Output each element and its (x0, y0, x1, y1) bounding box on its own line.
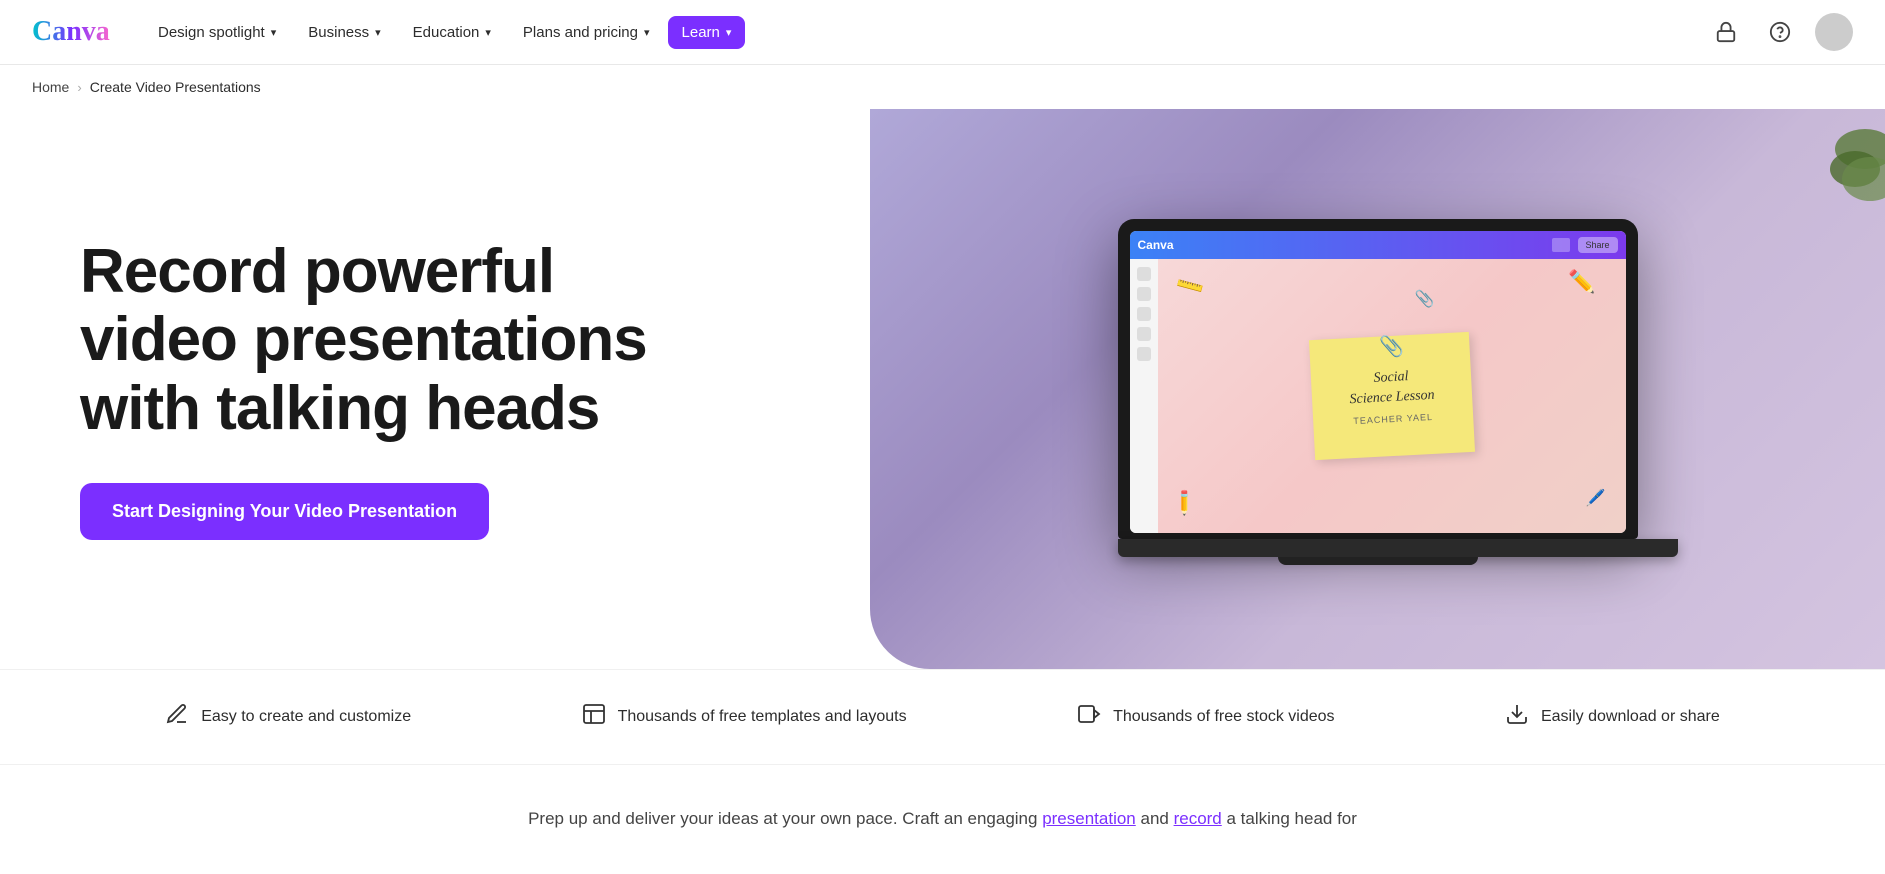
sidebar-item (1137, 347, 1151, 361)
record-link[interactable]: record (1174, 809, 1222, 828)
canva-logo[interactable]: Canva (32, 14, 112, 51)
feature-templates: Thousands of free templates and layouts (582, 702, 907, 732)
laptop-canva-logo: Canva (1138, 238, 1174, 252)
help-icon-button[interactable] (1761, 13, 1799, 51)
laptop-sidebar (1130, 259, 1158, 533)
nav-item-plans-pricing[interactable]: Plans and pricing ▾ (509, 16, 664, 49)
bottom-text-section: Prep up and deliver your ideas at your o… (0, 765, 1885, 874)
hero-left: Record powerful video presentations with… (0, 109, 870, 669)
sidebar-item (1137, 287, 1151, 301)
breadcrumb-current: Create Video Presentations (90, 79, 261, 95)
pen-icon: ✏️ (1568, 269, 1595, 295)
sidebar-item (1137, 327, 1151, 341)
feature-templates-label: Thousands of free templates and layouts (618, 708, 907, 726)
feature-videos: Thousands of free stock videos (1077, 702, 1334, 732)
feature-download: Easily download or share (1505, 702, 1720, 732)
share-button[interactable]: Share (1578, 237, 1618, 253)
chevron-down-icon: ▾ (726, 26, 732, 39)
features-bar: Easy to create and customize Thousands o… (0, 669, 1885, 765)
chevron-down-icon: ▾ (644, 26, 650, 39)
breadcrumb-separator: › (77, 80, 81, 95)
chevron-down-icon: ▾ (271, 26, 277, 39)
avatar[interactable] (1815, 13, 1853, 51)
nav-item-education[interactable]: Education ▾ (399, 16, 505, 49)
marker-icon: 🖊️ (1586, 488, 1606, 508)
feature-create: Easy to create and customize (165, 702, 411, 732)
feature-create-label: Easy to create and customize (201, 708, 411, 726)
note-teacher: TEACHER YAEL (1353, 411, 1433, 425)
templates-icon (582, 702, 606, 732)
feature-videos-label: Thousands of free stock videos (1113, 708, 1334, 726)
chevron-down-icon: ▾ (375, 26, 381, 39)
note-title: SocialScience Lesson (1348, 366, 1435, 410)
laptop-content: 📏 ✏️ ✏️ 📎 🖊️ 📎 SocialScience Lesson (1130, 259, 1626, 533)
nav-links: Design spotlight ▾ Business ▾ Education … (144, 16, 1707, 49)
nav-item-business[interactable]: Business ▾ (294, 16, 394, 49)
breadcrumb-home[interactable]: Home (32, 79, 69, 95)
start-designing-button[interactable]: Start Designing Your Video Presentation (80, 483, 489, 540)
bottom-text-middle: and (1136, 809, 1174, 828)
download-icon (1505, 702, 1529, 732)
hero-section: Record powerful video presentations with… (0, 109, 1885, 669)
titlebar-avatar-icon (1552, 238, 1570, 252)
videos-icon (1077, 702, 1101, 732)
hero-right: Canva Share (870, 109, 1885, 669)
laptop-base (1118, 539, 1678, 557)
laptop-screen-outer: Canva Share (1118, 219, 1638, 539)
chevron-down-icon: ▾ (485, 26, 491, 39)
laptop-foot (1278, 557, 1478, 565)
ruler-icon: 📏 (1173, 269, 1207, 303)
hero-heading: Record powerful video presentations with… (80, 238, 838, 443)
laptop: Canva Share (1118, 219, 1638, 579)
pencil-icon: ✏️ (1168, 487, 1199, 518)
breadcrumb: Home › Create Video Presentations (0, 65, 1885, 109)
sidebar-item (1137, 267, 1151, 281)
laptop-screen-inner: Canva Share (1130, 231, 1626, 533)
nav-item-learn[interactable]: Learn ▾ (668, 16, 746, 49)
laptop-canvas: 📏 ✏️ ✏️ 📎 🖊️ 📎 SocialScience Lesson (1158, 259, 1626, 533)
bottom-text-after: a talking head for (1222, 809, 1357, 828)
bottom-text-before: Prep up and deliver your ideas at your o… (528, 809, 1042, 828)
svg-text:Canva: Canva (32, 16, 110, 46)
nav-item-design-spotlight[interactable]: Design spotlight ▾ (144, 16, 290, 49)
sidebar-item (1137, 307, 1151, 321)
create-icon (165, 702, 189, 732)
paperclip-icon: 📎 (1415, 289, 1435, 309)
plant-decoration (1805, 109, 1885, 289)
navbar: Canva Design spotlight ▾ Business ▾ Educ… (0, 0, 1885, 65)
presentation-link[interactable]: presentation (1042, 809, 1136, 828)
laptop-container: Canva Share (870, 109, 1885, 669)
feature-download-label: Easily download or share (1541, 708, 1720, 726)
lock-icon-button[interactable] (1707, 13, 1745, 51)
binder-clip-icon: 📎 (1379, 334, 1404, 359)
laptop-titlebar: Canva Share (1130, 231, 1626, 259)
nav-right (1707, 13, 1853, 51)
